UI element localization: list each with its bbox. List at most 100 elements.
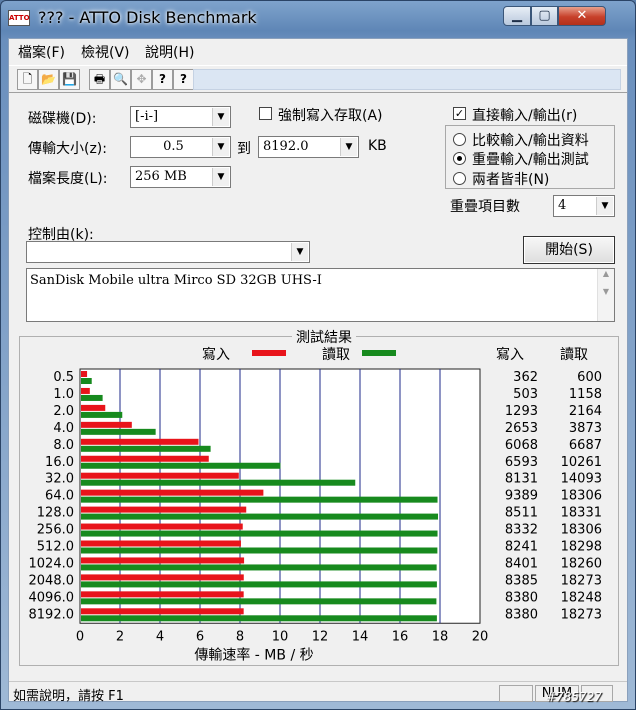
x-tick-label: 2 bbox=[116, 629, 124, 644]
transfer-from-value: 0.5 bbox=[163, 139, 184, 154]
read-value: 6687 bbox=[569, 438, 602, 453]
read-value: 18331 bbox=[561, 506, 602, 521]
direct-io-checkbox[interactable]: ✓ bbox=[453, 107, 466, 120]
chevron-down-icon[interactable]: ▼ bbox=[291, 243, 308, 261]
menu-view[interactable]: 檢視(V) bbox=[81, 42, 130, 62]
queue-depth-select[interactable]: 4 ▼ bbox=[553, 195, 615, 217]
read-bar bbox=[81, 445, 211, 452]
write-bar bbox=[81, 371, 88, 377]
chevron-down-icon[interactable]: ▼ bbox=[596, 197, 613, 215]
write-bar bbox=[81, 489, 264, 496]
read-value: 3873 bbox=[569, 421, 602, 436]
radio-neither[interactable] bbox=[453, 172, 466, 185]
client-area: 檔案(F) 檢視(V) 說明(H) 🗋 📂 💾 🖶 🔍 ✥ ? ? 磁碟機(D)… bbox=[8, 38, 628, 704]
x-tick-label: 16 bbox=[392, 629, 409, 644]
chevron-down-icon[interactable]: ▼ bbox=[212, 138, 229, 156]
chevron-down-icon[interactable]: ▼ bbox=[212, 108, 229, 126]
print-preview-icon[interactable]: 🔍 bbox=[110, 69, 131, 90]
write-value: 8380 bbox=[505, 590, 538, 605]
read-value: 18273 bbox=[561, 573, 602, 588]
read-value: 18248 bbox=[561, 590, 602, 605]
context-help-icon[interactable]: ? bbox=[173, 69, 194, 90]
read-bar bbox=[81, 462, 281, 469]
watermark: #785727 bbox=[546, 690, 602, 704]
description-scrollbar[interactable]: ▲ ▼ bbox=[597, 269, 614, 321]
x-tick-label: 10 bbox=[272, 629, 289, 644]
write-value: 8241 bbox=[505, 540, 538, 555]
x-tick-label: 20 bbox=[472, 629, 489, 644]
drive-label: 磁碟機(D): bbox=[28, 111, 97, 127]
minimize-button[interactable]: ▁ bbox=[503, 6, 531, 26]
y-tick-label: 32.0 bbox=[45, 472, 74, 487]
description-text: SanDisk Mobile ultra Mirco SD 32GB UHS-I bbox=[30, 273, 322, 288]
start-button[interactable]: 開始(S) bbox=[523, 236, 615, 264]
title-bar[interactable]: ATTO ??? - ATTO Disk Benchmark ▁ ▢ ✕ bbox=[0, 0, 636, 36]
file-length-label: 檔案長度(L): bbox=[28, 171, 108, 187]
write-bar bbox=[81, 591, 244, 598]
x-tick-label: 14 bbox=[352, 629, 369, 644]
read-bar bbox=[81, 428, 156, 435]
description-textarea[interactable]: SanDisk Mobile ultra Mirco SD 32GB UHS-I… bbox=[26, 268, 615, 322]
legend-read-label: 讀取 bbox=[322, 347, 350, 363]
maximize-button[interactable]: ▢ bbox=[531, 6, 558, 26]
menu-file[interactable]: 檔案(F) bbox=[18, 42, 65, 62]
write-value: 8385 bbox=[505, 573, 538, 588]
radio-overlapped-label: 重疊輸入/輸出測試 bbox=[472, 152, 589, 168]
write-value: 8401 bbox=[505, 556, 538, 571]
read-bar bbox=[81, 564, 437, 571]
write-bar bbox=[81, 608, 244, 615]
move-icon[interactable]: ✥ bbox=[131, 69, 152, 90]
results-group: 測試結果 寫入 讀取 寫入 讀取 0 2 4 6 8 10 12 14 16 18 20 傳輸速率 - MB … bbox=[19, 327, 619, 666]
save-icon[interactable]: 💾 bbox=[59, 69, 80, 90]
write-bar bbox=[81, 455, 209, 462]
column-header-read: 讀取 bbox=[560, 347, 588, 363]
write-bar bbox=[81, 387, 90, 394]
x-tick-label: 0 bbox=[76, 629, 84, 644]
toolbar: 🗋 📂 💾 🖶 🔍 ✥ ? ? bbox=[9, 65, 627, 93]
write-value: 1293 bbox=[505, 404, 538, 419]
read-bar bbox=[81, 496, 438, 503]
transfer-from-select[interactable]: 0.5 ▼ bbox=[130, 136, 231, 158]
write-value: 8131 bbox=[505, 472, 538, 487]
file-length-select[interactable]: 256 MB ▼ bbox=[130, 166, 231, 188]
write-bar bbox=[81, 574, 244, 581]
radio-overlapped[interactable] bbox=[453, 152, 466, 165]
menu-help[interactable]: 說明(H) bbox=[145, 42, 194, 62]
drive-select[interactable]: [-i-] ▼ bbox=[130, 106, 231, 128]
chevron-down-icon[interactable]: ▼ bbox=[212, 168, 229, 186]
force-write-label: 強制寫入存取(A) bbox=[278, 108, 383, 124]
radio-compare[interactable] bbox=[453, 133, 466, 146]
atto-app-icon[interactable]: ATTO bbox=[8, 10, 30, 26]
new-icon[interactable]: 🗋 bbox=[17, 69, 38, 90]
toolbar-filler bbox=[193, 69, 621, 90]
write-value: 8332 bbox=[505, 523, 538, 538]
legend-read-swatch bbox=[362, 350, 396, 356]
menu-bar: 檔案(F) 檢視(V) 說明(H) bbox=[9, 39, 627, 61]
read-bar bbox=[81, 513, 439, 520]
window-title: ??? - ATTO Disk Benchmark bbox=[38, 8, 257, 27]
transfer-size-label: 傳輸大小(z): bbox=[28, 141, 107, 157]
x-axis-label: 傳輸速率 - MB / 秒 bbox=[194, 646, 313, 663]
controlled-by-select[interactable]: ▼ bbox=[26, 241, 310, 263]
read-bar bbox=[81, 581, 437, 588]
open-icon[interactable]: 📂 bbox=[38, 69, 59, 90]
chevron-down-icon[interactable]: ▼ bbox=[340, 138, 357, 156]
print-icon[interactable]: 🖶 bbox=[89, 69, 110, 90]
y-tick-label: 8192.0 bbox=[29, 607, 75, 622]
x-tick-label: 12 bbox=[312, 629, 329, 644]
x-tick-label: 6 bbox=[196, 629, 204, 644]
write-value: 6068 bbox=[505, 438, 538, 453]
legend-write-swatch bbox=[252, 350, 286, 356]
read-bar bbox=[81, 530, 438, 537]
force-write-checkbox[interactable] bbox=[259, 107, 272, 120]
read-bar bbox=[81, 479, 356, 486]
unit-label: KB bbox=[368, 138, 387, 154]
read-value: 14093 bbox=[561, 472, 602, 487]
transfer-to-select[interactable]: 8192.0 ▼ bbox=[258, 136, 359, 158]
read-value: 18260 bbox=[561, 556, 602, 571]
close-button[interactable]: ✕ bbox=[558, 6, 606, 26]
help-icon[interactable]: ? bbox=[152, 69, 173, 90]
write-bar bbox=[81, 557, 245, 564]
write-bar bbox=[81, 438, 199, 445]
write-bar bbox=[81, 404, 106, 411]
